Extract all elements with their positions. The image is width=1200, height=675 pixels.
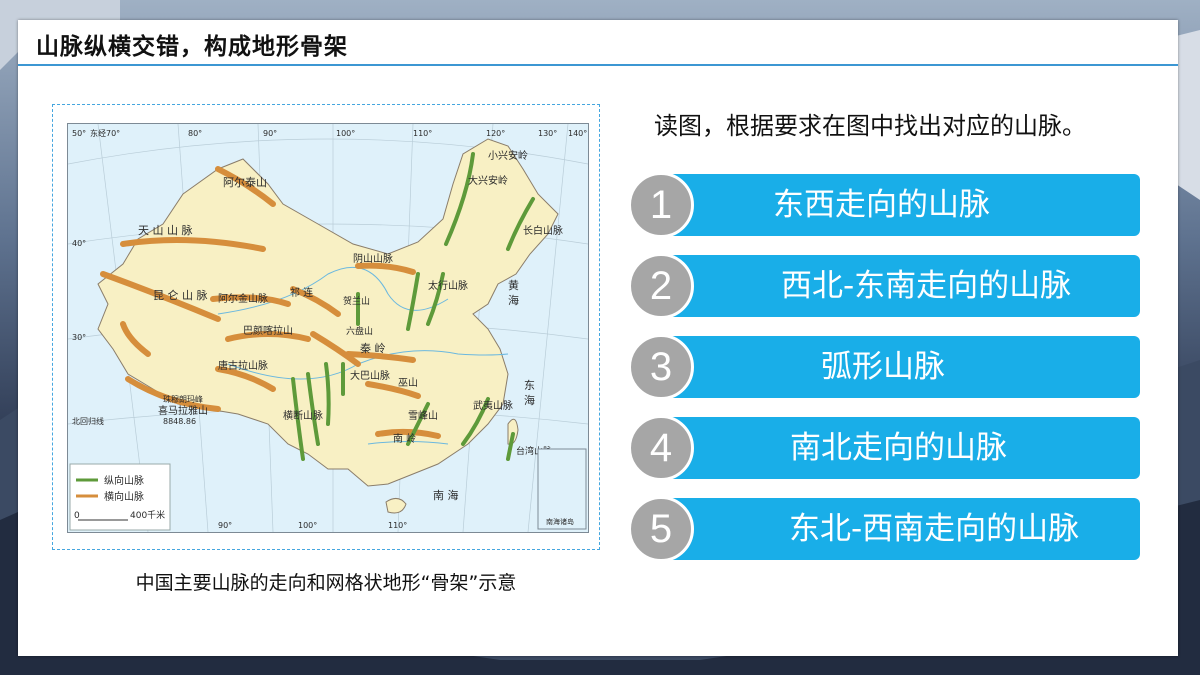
label-tanggula: 唐古拉山脉: [218, 359, 268, 372]
option-2[interactable]: 2 西北-东南走向的山脉: [628, 253, 1140, 319]
label-xiaoxinganling: 小兴安岭: [488, 149, 528, 162]
legend-scale-label: 400千米: [130, 509, 165, 521]
label-altai: 阿尔泰山: [223, 175, 267, 189]
option-label: 西北-东南走向的山脉: [781, 268, 1072, 304]
map-frame: 黄 海 东 海 南 海 阿尔泰山 天 山 山 脉 昆 仑 山 脉 阿尔金山脉 祁…: [52, 104, 600, 550]
grid-label-50: 50°: [72, 129, 86, 138]
china-mountains-map[interactable]: 黄 海 东 海 南 海 阿尔泰山 天 山 山 脉 昆 仑 山 脉 阿尔金山脉 祁…: [67, 123, 589, 533]
legend-scale-zero: 0: [74, 511, 80, 521]
grid-label-110: 110°: [413, 129, 432, 138]
option-number-badge: 1: [628, 172, 694, 238]
label-dabashan: 大巴山脉: [350, 369, 390, 382]
label-bayankala: 巴颜喀拉山: [243, 324, 293, 337]
grid-label-40n: 40°: [72, 239, 86, 248]
option-number-badge: 2: [628, 253, 694, 319]
option-3[interactable]: 3 弧形山脉: [628, 334, 1140, 400]
label-elevation: 8848.86: [163, 417, 196, 426]
option-number-badge: 5: [628, 496, 694, 562]
grid-label-100: 100°: [336, 129, 355, 138]
option-label: 东北-西南走向的山脉: [789, 511, 1080, 547]
grid-label-80: 80°: [188, 129, 202, 138]
label-nanling: 南 岭: [393, 432, 416, 445]
option-1[interactable]: 1 东西走向的山脉: [628, 172, 1140, 238]
slide-card: 山脉纵横交错，构成地形骨架 黄 海 东 海 南 海 阿尔泰山 天 山 山 脉 昆…: [18, 20, 1178, 656]
map-graphic: 黄 海 东 海 南 海 阿尔泰山 天 山 山 脉 昆 仑 山 脉 阿尔金山脉 祁…: [68, 124, 588, 532]
grid-label-140: 140°: [568, 129, 587, 138]
slide-title: 山脉纵横交错，构成地形骨架: [36, 33, 348, 60]
label-qilian: 祁 连: [290, 286, 313, 299]
hainan-island: [385, 498, 407, 514]
instruction-text: 读图，根据要求在图中找出对应的山脉。: [654, 112, 1086, 140]
label-wushan: 巫山: [398, 377, 418, 389]
grid-label-70e: 东经70°: [90, 128, 120, 138]
label-liupan: 六盘山: [346, 325, 373, 337]
option-label: 东西走向的山脉: [773, 187, 990, 223]
map-caption: 中国主要山脉的走向和网格状地形“骨架”示意: [135, 572, 517, 594]
option-label: 弧形山脉: [821, 349, 945, 385]
label-yinshan: 阴山山脉: [353, 252, 393, 265]
grid-label-120: 120°: [486, 129, 505, 138]
grid-label-130: 130°: [538, 129, 557, 138]
sea-label-huanghai-2: 海: [508, 293, 519, 307]
grid-label-90b: 90°: [218, 521, 232, 530]
label-daxinganling: 大兴安岭: [468, 174, 508, 187]
option-4[interactable]: 4 南北走向的山脉: [628, 415, 1140, 481]
inset-label: 南海诸岛: [546, 517, 574, 526]
label-xuefeng: 雪峰山: [408, 410, 438, 422]
grid-label-110b: 110°: [388, 521, 407, 530]
sea-label-nanhai: 南 海: [433, 488, 459, 502]
label-helan: 贺兰山: [343, 295, 370, 307]
option-number-badge: 3: [628, 334, 694, 400]
label-changbai: 长白山脉: [523, 224, 563, 237]
sea-label-donghai-2: 海: [524, 393, 535, 407]
legend-latitudinal: 横向山脉: [104, 490, 144, 503]
label-altun: 阿尔金山脉: [218, 292, 268, 305]
label-himalaya: 喜马拉雅山: [158, 404, 208, 417]
grid-label-90: 90°: [263, 129, 277, 138]
option-number-badge: 4: [628, 415, 694, 481]
grid-label-tropic: 北回归线: [72, 416, 104, 426]
label-wuyi: 武夷山脉: [473, 399, 513, 412]
label-taihang: 太行山脉: [428, 279, 468, 292]
label-qinling: 秦 岭: [360, 341, 386, 355]
grid-label-30n: 30°: [72, 333, 86, 342]
grid-label-100b: 100°: [298, 521, 317, 530]
china-landmass: [97, 138, 559, 487]
label-hengduan: 横断山脉: [283, 409, 323, 422]
option-5[interactable]: 5 东北-西南走向的山脉: [628, 496, 1140, 562]
sea-label-donghai: 东: [524, 379, 535, 392]
legend-longitudinal: 纵向山脉: [104, 474, 144, 487]
title-bar: 山脉纵横交错，构成地形骨架: [18, 20, 1178, 66]
label-qomolangma: 珠穆朗玛峰: [163, 394, 203, 404]
sea-label-huanghai: 黄: [508, 278, 519, 292]
option-label: 南北走向的山脉: [790, 430, 1007, 466]
label-kunlun: 昆 仑 山 脉: [153, 288, 208, 302]
label-tianshan: 天 山 山 脉: [138, 223, 193, 237]
south-sea-inset: [537, 448, 587, 530]
